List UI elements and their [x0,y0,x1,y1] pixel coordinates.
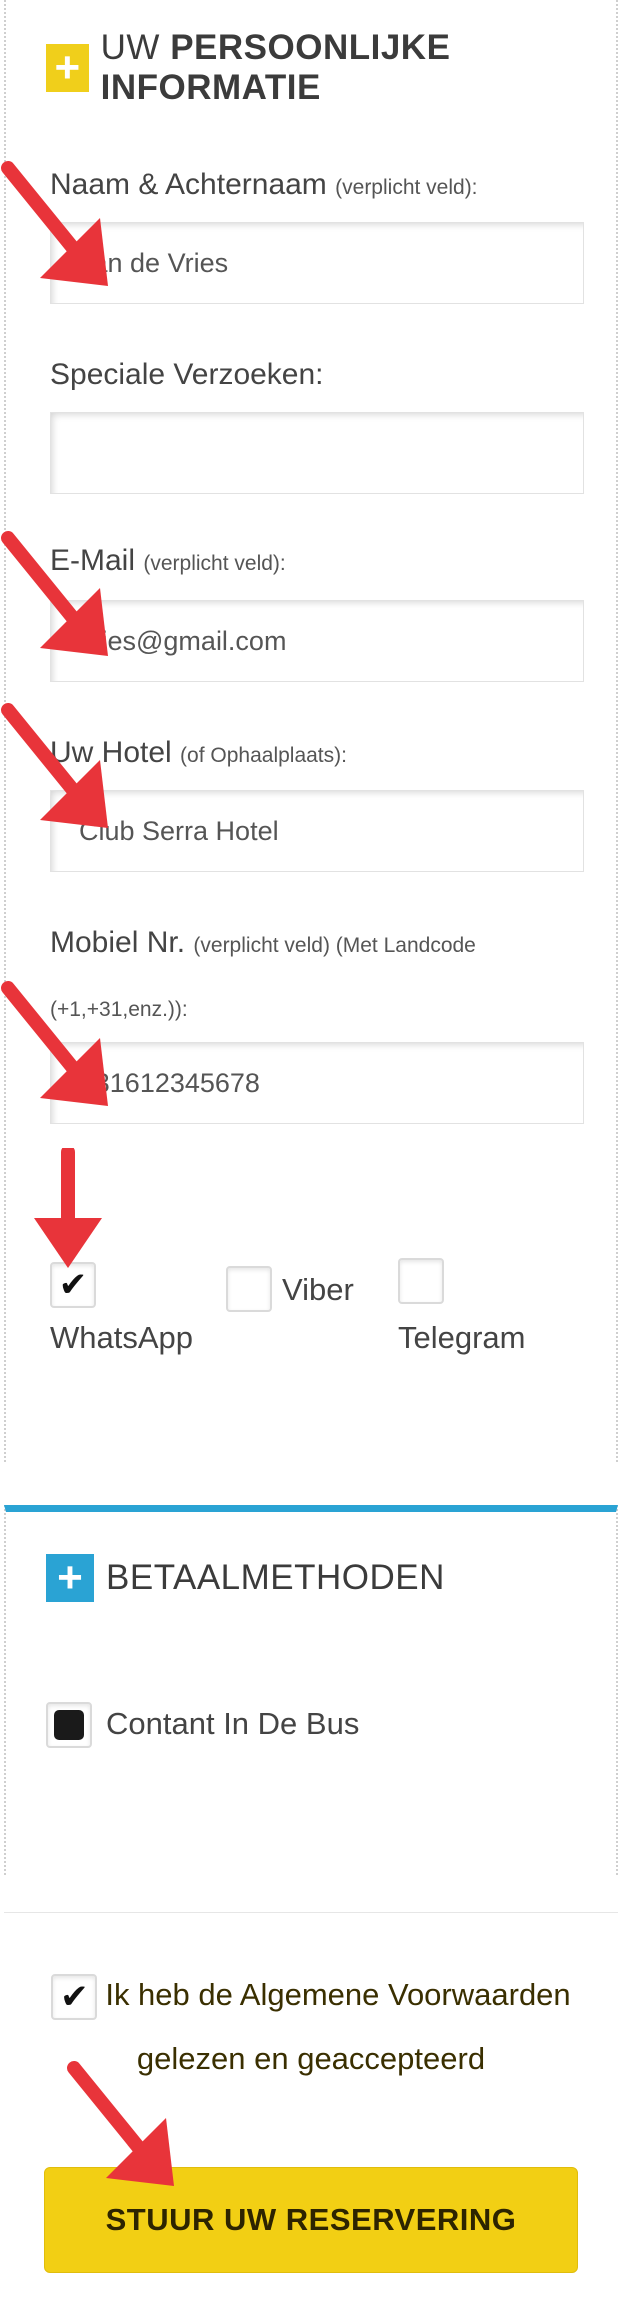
hotel-label-text: Uw Hotel [50,736,172,769]
email-input[interactable]: vries@gmail.com [50,600,584,682]
whatsapp-label: WhatsApp [50,1320,194,1355]
email-required-note: (verplicht veld): [143,552,286,575]
title-prefix: UW [100,28,160,67]
mobile-label-line2: (+1,+31,enz.)): [50,990,188,1024]
viber-label: Viber [282,1272,354,1307]
cash-on-bus-radio[interactable] [46,1702,92,1748]
mobile-label: Mobiel Nr. (verplicht veld) (Met Landcod… [50,926,476,960]
payment-section: + BETAALMETHODEN Contant In De Bus [4,1505,618,1875]
terms-text-block: ✔ Ik heb de Algemene Voorwaarden gelezen … [34,1963,588,2091]
hotel-note: (of Ophaalplaats): [180,744,347,767]
name-required-note: (verplicht veld): [335,176,478,199]
hotel-input[interactable]: Club Serra Hotel [50,790,584,872]
cash-on-bus-label: Contant In De Bus [106,1706,360,1741]
special-requests-label: Speciale Verzoeken: [50,358,324,392]
special-requests-input[interactable] [50,412,584,494]
special-requests-label-text: Speciale Verzoeken: [50,358,324,391]
checkmark-icon: ✔ [58,1266,88,1304]
mobile-input[interactable]: +31612345678 [50,1042,584,1124]
mobile-input-value: +31612345678 [79,1067,260,1098]
payment-header: + BETAALMETHODEN [46,1554,445,1602]
personal-info-section: + UW PERSOONLIJKE INFORMATIE Naam & Acht… [4,0,618,1462]
mobile-required-note: (verplicht veld) (Met Landcode [193,934,476,957]
viber-checkbox[interactable] [226,1266,272,1312]
plus-icon[interactable]: + [46,1554,94,1602]
plus-icon[interactable]: + [46,44,89,92]
payment-title: BETAALMETHODEN [106,1558,445,1597]
name-input-value: Jan de Vries [79,247,229,278]
terms-label: Ik heb de Algemene Voorwaarden gelezen e… [105,1977,571,2076]
telegram-checkbox[interactable] [398,1258,444,1304]
email-label-text: E-Mail [50,544,136,577]
telegram-label: Telegram [398,1320,526,1355]
personal-info-header: + UW PERSOONLIJKE INFORMATIE [46,28,616,108]
whatsapp-checkbox[interactable]: ✔ [50,1262,96,1308]
hotel-label: Uw Hotel (of Ophaalplaats): [50,736,347,770]
terms-checkbox[interactable]: ✔ [51,1973,98,2020]
email-label: E-Mail (verplicht veld): [50,544,286,578]
hotel-input-value: Club Serra Hotel [79,815,279,846]
submit-reservation-button[interactable]: STUUR UW RESERVERING [44,2167,578,2273]
name-label: Naam & Achternaam (verplicht veld): [50,168,478,202]
mobile-label-text: Mobiel Nr. [50,926,186,959]
checkmark-icon: ✔ [60,1977,89,2016]
name-input[interactable]: Jan de Vries [50,222,584,304]
mobile-country-code-note: (+1,+31,enz.)): [50,998,188,1021]
email-input-value: vries@gmail.com [79,625,287,656]
selected-indicator [54,1710,84,1740]
name-label-text: Naam & Achternaam [50,168,327,201]
personal-info-title: UW PERSOONLIJKE INFORMATIE [101,28,616,108]
